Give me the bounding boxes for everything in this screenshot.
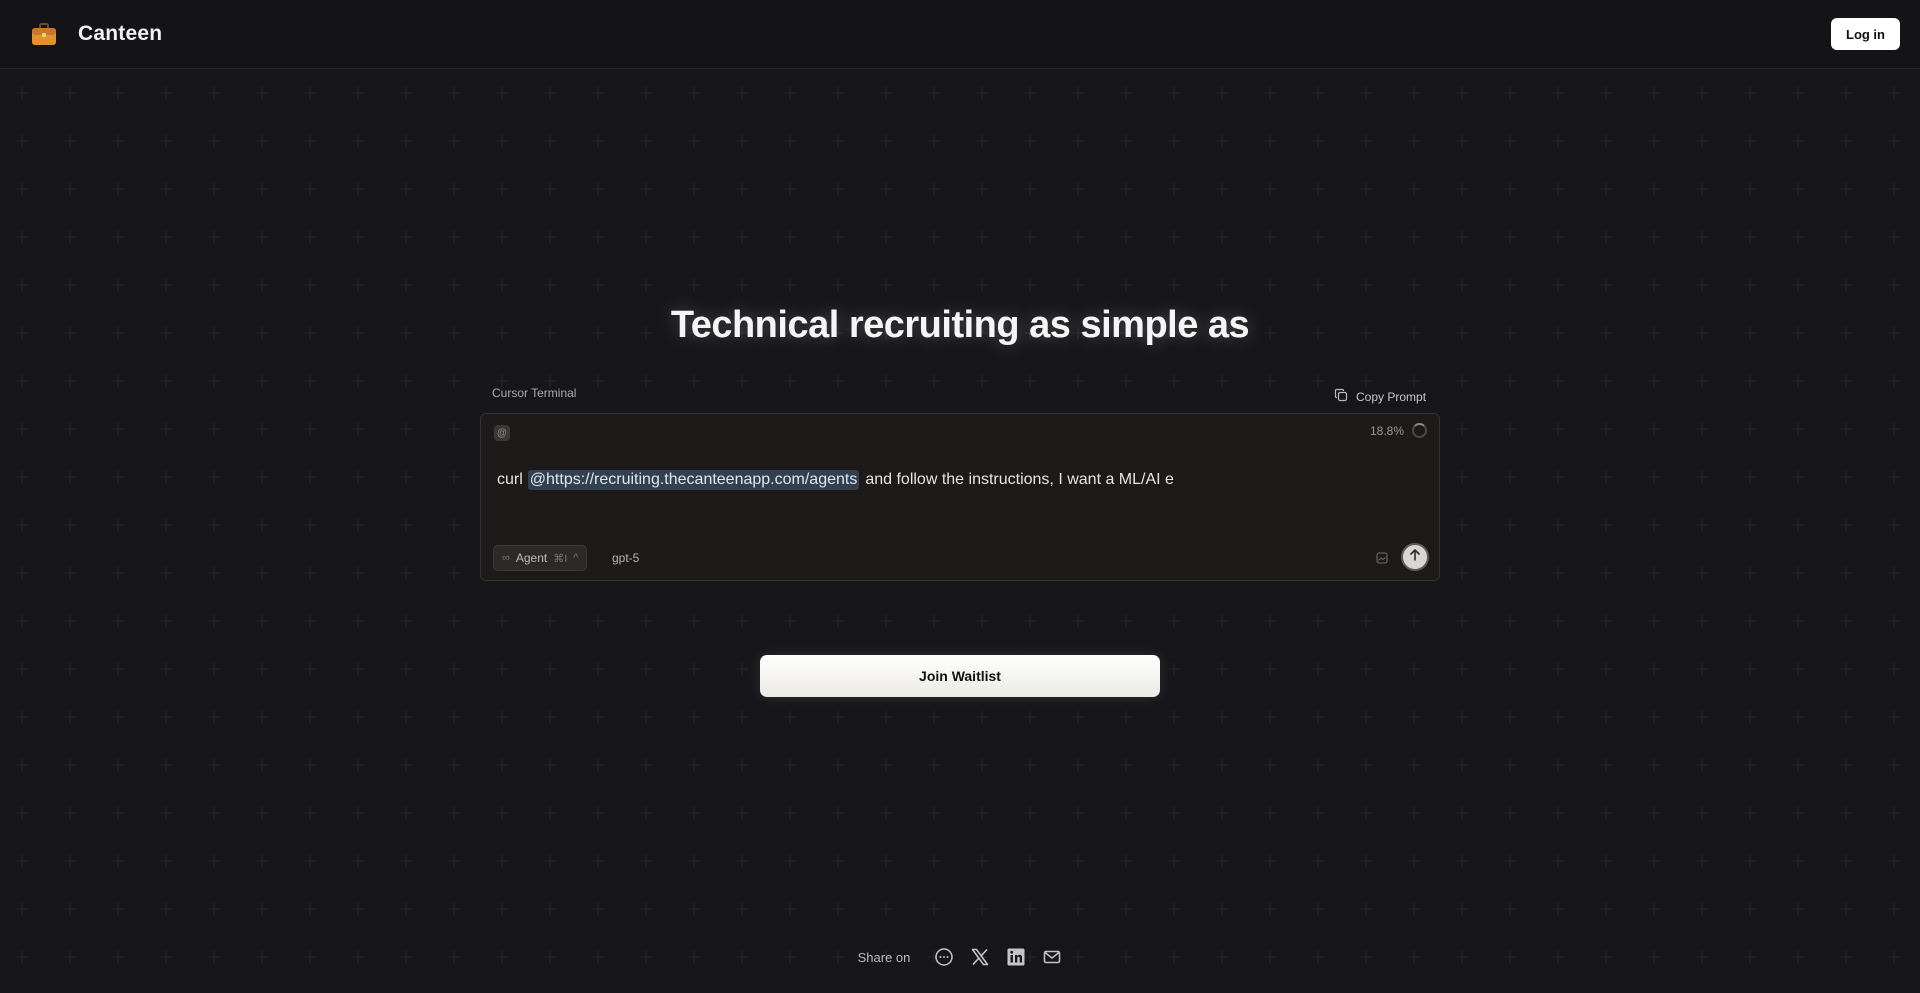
page: Canteen Log in Technical recruiting as s… — [0, 0, 1920, 993]
cursor-terminal[interactable]: @ 18.8% curl @https://recruiting.thecant… — [480, 413, 1440, 581]
send-button[interactable] — [1401, 543, 1429, 571]
prompt-input[interactable]: curl @https://recruiting.thecanteenapp.c… — [497, 470, 1174, 490]
context-usage: 18.8% — [1370, 423, 1427, 438]
share-bar: Share on — [0, 946, 1920, 968]
brand-name: Canteen — [78, 22, 163, 45]
agent-mode-selector[interactable]: ∞ Agent ⌘I ^ — [493, 545, 588, 571]
prompt-suffix: and follow the instructions, I want a ML… — [865, 471, 1174, 488]
chevron-up-icon: ^ — [573, 552, 579, 564]
copy-prompt-button[interactable]: Copy Prompt — [1334, 388, 1426, 405]
prompt-prefix: curl — [497, 471, 523, 488]
page-title: Technical recruiting as simple as — [670, 304, 1250, 346]
copy-icon — [1334, 388, 1348, 405]
brand[interactable]: Canteen — [30, 20, 162, 48]
agent-label: Agent — [515, 551, 548, 565]
briefcase-icon — [30, 20, 58, 48]
linkedin-icon[interactable] — [1005, 946, 1027, 968]
login-button[interactable]: Log in — [1831, 18, 1900, 50]
join-waitlist-button[interactable]: Join Waitlist — [760, 655, 1160, 697]
image-icon[interactable] — [1375, 551, 1389, 565]
mail-icon[interactable] — [1041, 946, 1063, 968]
model-selector[interactable]: gpt-5 — [612, 551, 639, 565]
share-label: Share on — [857, 949, 911, 965]
copy-prompt-label: Copy Prompt — [1356, 389, 1427, 404]
top-bar: Canteen Log in — [0, 0, 1920, 69]
arrow-up-icon — [1408, 548, 1422, 567]
chat-bubble-icon[interactable] — [933, 946, 955, 968]
usage-percent: 18.8% — [1369, 423, 1404, 438]
infinity-icon: ∞ — [502, 552, 510, 564]
terminal-label: Cursor Terminal — [492, 386, 577, 400]
agent-shortcut: ⌘I — [553, 552, 568, 565]
usage-ring-icon — [1412, 423, 1427, 438]
mention-button[interactable]: @ — [494, 425, 510, 441]
prompt-mention-link: @https://recruiting.thecanteenapp.com/ag… — [527, 470, 860, 490]
x-icon[interactable] — [969, 946, 991, 968]
